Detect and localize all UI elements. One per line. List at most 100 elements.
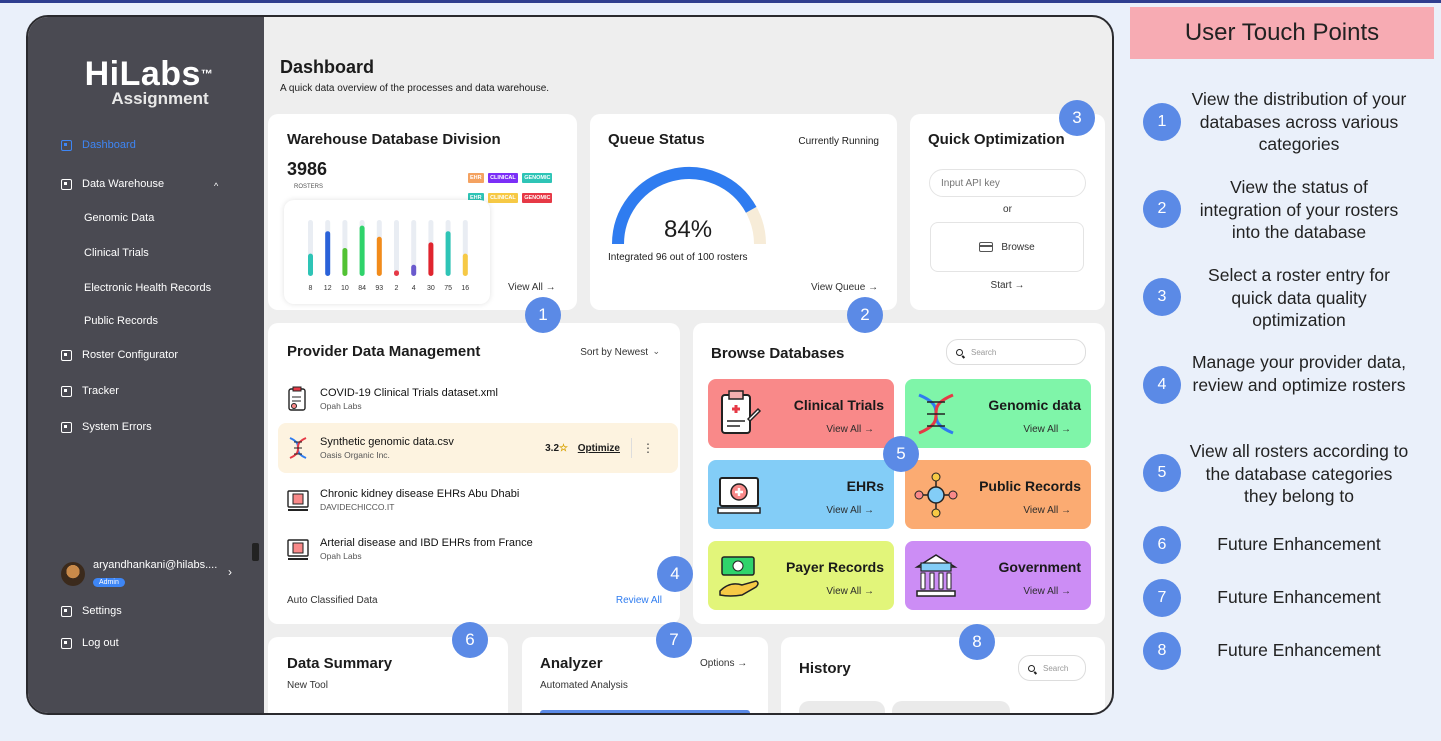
logout-icon bbox=[61, 637, 72, 649]
list-item[interactable]: COVID-19 Clinical Trials dataset.xml Opah… bbox=[278, 374, 678, 424]
errors-icon bbox=[61, 421, 72, 433]
bar-label: 8 bbox=[309, 285, 313, 292]
view-all-link[interactable]: View All → bbox=[508, 282, 556, 293]
history-search[interactable]: Search bbox=[1018, 655, 1086, 681]
touch-point-num-2: 2 bbox=[1143, 190, 1181, 228]
nav-roster-configurator[interactable]: Roster Configurator bbox=[61, 349, 178, 361]
tile-payer-records[interactable]: Payer Records View All → bbox=[708, 541, 894, 610]
touch-points-header: User Touch Points bbox=[1130, 7, 1434, 59]
sub-item-ehr[interactable]: Electronic Health Records bbox=[84, 282, 211, 294]
history-title: History bbox=[799, 660, 851, 677]
start-button[interactable]: Start → bbox=[910, 280, 1105, 291]
chevron-up-icon[interactable]: ^ bbox=[214, 181, 218, 191]
search-icon bbox=[1028, 664, 1035, 672]
view-queue-link[interactable]: View Queue → bbox=[811, 282, 878, 293]
browse-title: Browse Databases bbox=[711, 345, 845, 362]
tile-title: Genomic data bbox=[988, 397, 1081, 413]
more-options-icon[interactable]: ⋮ bbox=[642, 441, 654, 455]
sub-item-public[interactable]: Public Records bbox=[84, 315, 158, 327]
warehouse-icon bbox=[61, 178, 72, 190]
touch-point-text-3: Select a roster entry for quick data qua… bbox=[1208, 265, 1390, 330]
page-subtitle: A quick data overview of the processes a… bbox=[280, 83, 550, 94]
sidebar-collapse-handle[interactable] bbox=[252, 543, 259, 561]
roster-bar-chart: 8 12 10 84 93 2 4 30 75 16 bbox=[284, 200, 490, 304]
tile-public-records[interactable]: Public Records View All → bbox=[905, 460, 1091, 529]
chevron-right-icon[interactable]: › bbox=[228, 565, 232, 579]
queue-state: Currently Running bbox=[798, 136, 879, 147]
divider bbox=[631, 438, 632, 458]
chevron-down-icon[interactable]: ⌄ bbox=[652, 346, 660, 357]
nav-settings[interactable]: Settings bbox=[61, 605, 122, 617]
browse-button[interactable]: Browse bbox=[930, 222, 1084, 272]
nav-tracker-label: Tracker bbox=[82, 385, 119, 397]
bar-label: 4 bbox=[412, 285, 416, 292]
browse-label: Browse bbox=[1001, 241, 1035, 253]
file-name: Arterial disease and IBD EHRs from Franc… bbox=[320, 537, 533, 549]
sub-item-clinical[interactable]: Clinical Trials bbox=[84, 247, 149, 259]
sub-item-genomic[interactable]: Genomic Data bbox=[84, 212, 154, 224]
quick-optimization-card: Quick Optimization or Browse Start → bbox=[910, 114, 1105, 310]
touch-marker-2: 2 bbox=[847, 297, 883, 333]
bar bbox=[376, 236, 382, 276]
bar-chart-svg: 8 12 10 84 93 2 4 30 75 16 bbox=[308, 220, 469, 292]
review-all-link[interactable]: Review All bbox=[616, 595, 662, 606]
tile-genomic-data[interactable]: Genomic data View All → bbox=[905, 379, 1091, 448]
list-item[interactable]: Chronic kidney disease EHRs Abu Dhabi DAV… bbox=[278, 475, 678, 525]
touch-point-num-7: 7 bbox=[1143, 579, 1181, 617]
credit-card-icon bbox=[979, 242, 994, 252]
touch-point-text-6: Future Enhancement bbox=[1217, 534, 1381, 554]
user-profile[interactable]: aryandhankani@hilabs.... Admin bbox=[61, 559, 217, 589]
optimize-button[interactable]: Optimize bbox=[578, 443, 620, 454]
file-name: Chronic kidney disease EHRs Abu Dhabi bbox=[320, 488, 520, 500]
tag-clinical: CLINICAL bbox=[488, 173, 518, 183]
touch-point-text-1: View the distribution of your databases … bbox=[1191, 89, 1407, 154]
browse-search[interactable]: Search bbox=[946, 339, 1086, 365]
tile-ehrs[interactable]: EHRs View All → bbox=[708, 460, 894, 529]
api-key-input[interactable] bbox=[929, 169, 1086, 197]
tile-title: Clinical Trials bbox=[793, 397, 884, 413]
tile-view-all[interactable]: View All → bbox=[826, 586, 874, 597]
list-item-highlighted[interactable]: Synthetic genomic data.csv Oasis Organic … bbox=[278, 423, 678, 473]
role-badge: Admin bbox=[93, 578, 125, 587]
clipboard-medical-icon bbox=[721, 390, 762, 434]
tile-view-all[interactable]: View All → bbox=[1023, 424, 1071, 435]
nav-system-errors[interactable]: System Errors bbox=[61, 421, 152, 433]
sort-dropdown[interactable]: Sort by Newest bbox=[580, 347, 648, 358]
queue-title: Queue Status bbox=[608, 131, 705, 148]
bar bbox=[342, 248, 348, 276]
history-chip[interactable] bbox=[892, 701, 1010, 713]
file-org: Opah Labs bbox=[320, 401, 362, 411]
list-item[interactable]: Arterial disease and IBD EHRs from Franc… bbox=[278, 524, 678, 574]
network-icon bbox=[914, 472, 958, 518]
auto-classified-label: Auto Classified Data bbox=[287, 595, 378, 606]
touch-marker-4: 4 bbox=[657, 556, 693, 592]
tile-view-all[interactable]: View All → bbox=[1023, 505, 1071, 516]
touch-point-num-6: 6 bbox=[1143, 526, 1181, 564]
nav-tracker[interactable]: Tracker bbox=[61, 385, 119, 397]
dna-icon bbox=[289, 437, 307, 459]
analyzer-options-link[interactable]: Options → bbox=[700, 658, 747, 669]
bar bbox=[325, 231, 331, 276]
bar-label: 93 bbox=[375, 285, 383, 292]
nav-settings-label: Settings bbox=[82, 605, 122, 617]
touch-point-text-4: Manage your provider data, review and op… bbox=[1191, 352, 1407, 395]
nav-logout[interactable]: Log out bbox=[61, 637, 119, 649]
nav-roster-label: Roster Configurator bbox=[82, 349, 178, 361]
queue-percent: 84% bbox=[664, 216, 713, 243]
tile-view-all[interactable]: View All → bbox=[1023, 586, 1071, 597]
analyzer-card: Analyzer Automated Analysis Options → bbox=[522, 637, 768, 713]
bar-label: 16 bbox=[461, 285, 469, 292]
tile-government[interactable]: Government View All → bbox=[905, 541, 1091, 610]
star-icon: ☆ bbox=[559, 442, 568, 454]
tile-view-all[interactable]: View All → bbox=[826, 424, 874, 435]
bar-label: 75 bbox=[444, 285, 452, 292]
file-name: COVID-19 Clinical Trials dataset.xml bbox=[320, 387, 498, 399]
roster-count-label: ROSTERS bbox=[294, 184, 324, 190]
tile-view-all[interactable]: View All → bbox=[826, 505, 874, 516]
history-chip[interactable] bbox=[799, 701, 885, 713]
browse-search-placeholder: Search bbox=[971, 347, 997, 357]
nav-data-warehouse[interactable]: Data Warehouse bbox=[61, 178, 164, 190]
tile-clinical-trials[interactable]: Clinical Trials View All → bbox=[708, 379, 894, 448]
nav-dashboard[interactable]: Dashboard bbox=[61, 139, 136, 151]
dashboard-icon bbox=[61, 139, 72, 151]
